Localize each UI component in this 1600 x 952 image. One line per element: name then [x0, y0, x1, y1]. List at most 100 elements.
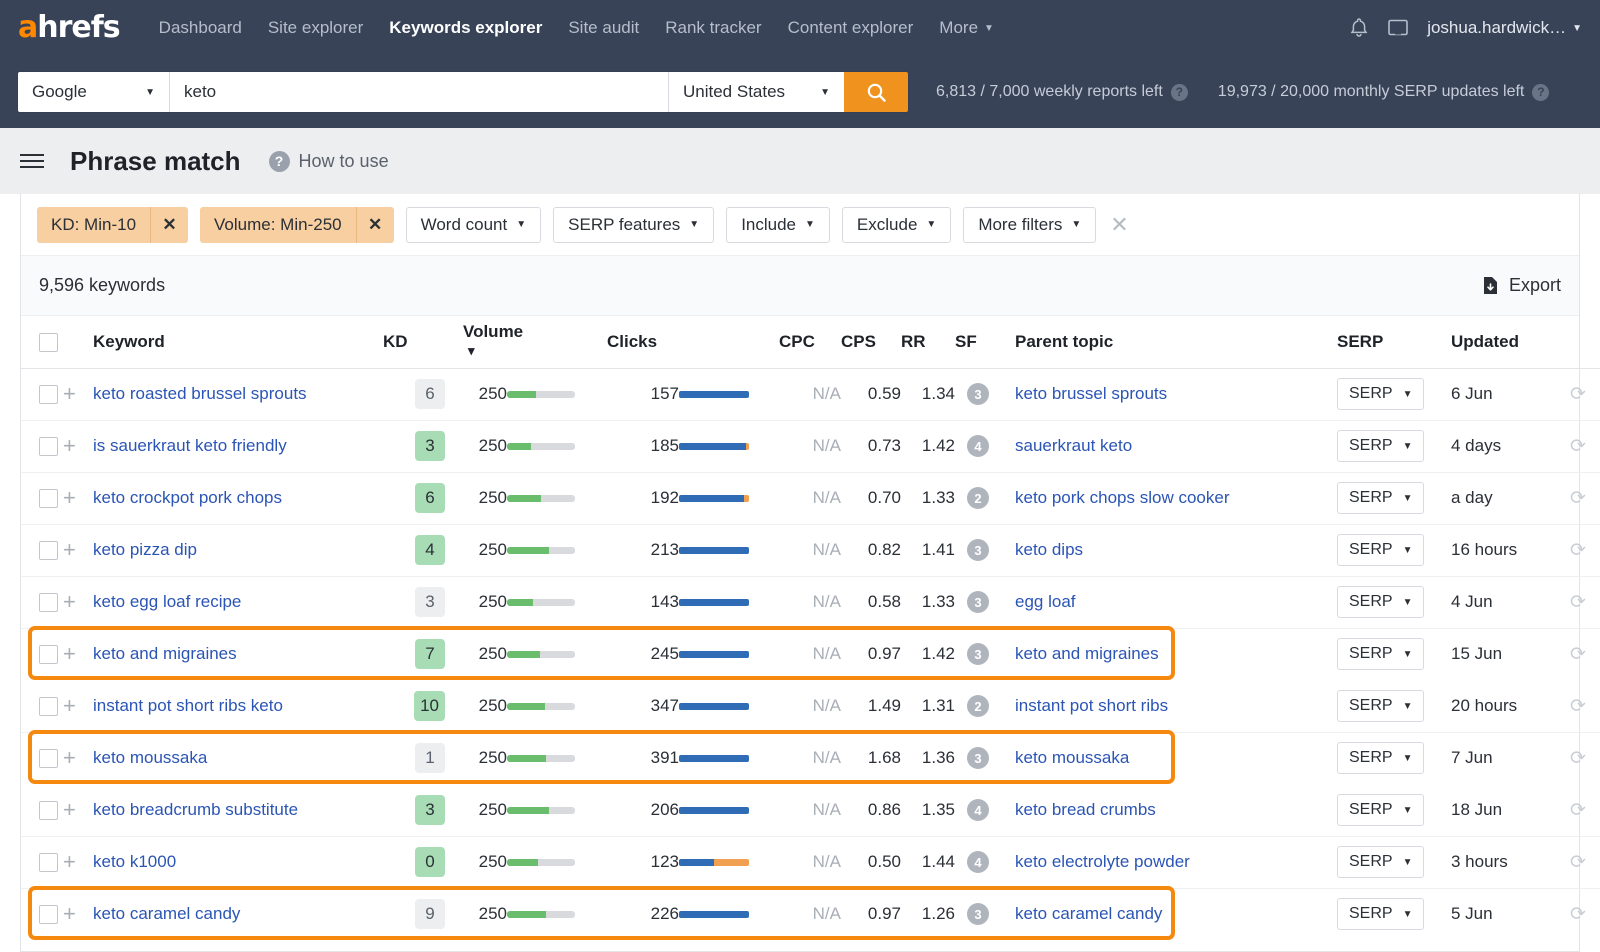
question-mark-icon[interactable]: ?	[1532, 84, 1549, 101]
serp-dropdown-button[interactable]: SERP▼	[1337, 690, 1424, 722]
row-checkbox[interactable]	[39, 489, 58, 508]
nav-item-site-audit[interactable]: Site audit	[555, 0, 652, 56]
plus-icon[interactable]: +	[63, 693, 76, 718]
plus-icon[interactable]: +	[63, 641, 76, 666]
table-row[interactable]: +keto k10000250123N/A0.501.444keto elect…	[21, 836, 1600, 888]
refresh-icon[interactable]: ⟳	[1570, 799, 1586, 822]
serp-dropdown-button[interactable]: SERP▼	[1337, 534, 1424, 566]
serp-dropdown-button[interactable]: SERP▼	[1337, 794, 1424, 826]
plus-icon[interactable]: +	[63, 381, 76, 406]
parent-topic-link[interactable]: keto moussaka	[1015, 748, 1129, 767]
row-checkbox[interactable]	[39, 541, 58, 560]
row-checkbox[interactable]	[39, 593, 58, 612]
col-volume[interactable]: Volume▾	[445, 316, 507, 368]
plus-icon[interactable]: +	[63, 485, 76, 510]
serp-dropdown-button[interactable]: SERP▼	[1337, 846, 1424, 878]
serp-dropdown-button[interactable]: SERP▼	[1337, 378, 1424, 410]
nav-item-site-explorer[interactable]: Site explorer	[255, 0, 376, 56]
filter-chip-volume[interactable]: Volume: Min-250 ✕	[200, 207, 394, 243]
keyword-link[interactable]: keto and migraines	[93, 644, 237, 663]
keyword-link[interactable]: keto egg loaf recipe	[93, 592, 241, 611]
table-row[interactable]: +keto and migraines7250245N/A0.971.423ke…	[21, 628, 1600, 680]
keyword-link[interactable]: keto pizza dip	[93, 540, 197, 559]
serp-dropdown-button[interactable]: SERP▼	[1337, 898, 1424, 930]
filter-include[interactable]: Include▼	[726, 207, 830, 243]
close-icon[interactable]: ✕	[356, 207, 394, 243]
refresh-icon[interactable]: ⟳	[1570, 591, 1586, 614]
search-submit-button[interactable]	[844, 72, 908, 112]
question-mark-icon[interactable]: ?	[1171, 84, 1188, 101]
clear-all-filters-icon[interactable]: ✕	[1110, 212, 1128, 238]
refresh-icon[interactable]: ⟳	[1570, 539, 1586, 562]
plus-icon[interactable]: +	[63, 849, 76, 874]
row-checkbox[interactable]	[39, 801, 58, 820]
parent-topic-link[interactable]: keto brussel sprouts	[1015, 384, 1167, 403]
parent-topic-link[interactable]: keto and migraines	[1015, 644, 1159, 663]
nav-item-content-explorer[interactable]: Content explorer	[775, 0, 927, 56]
parent-topic-link[interactable]: keto electrolyte powder	[1015, 852, 1190, 871]
refresh-icon[interactable]: ⟳	[1570, 695, 1586, 718]
chat-icon[interactable]	[1387, 18, 1409, 38]
keyword-link[interactable]: keto k1000	[93, 852, 176, 871]
plus-icon[interactable]: +	[63, 589, 76, 614]
table-row[interactable]: +keto roasted brussel sprouts6250157N/A0…	[21, 368, 1600, 420]
filter-chip-kd[interactable]: KD: Min-10 ✕	[37, 207, 188, 243]
filter-word-count[interactable]: Word count▼	[406, 207, 542, 243]
user-menu[interactable]: joshua.hardwick…▼	[1427, 18, 1582, 38]
col-kd[interactable]: KD	[383, 316, 445, 368]
nav-item-dashboard[interactable]: Dashboard	[146, 0, 255, 56]
keyword-link[interactable]: is sauerkraut keto friendly	[93, 436, 287, 455]
select-all-checkbox[interactable]	[39, 333, 58, 352]
row-checkbox[interactable]	[39, 385, 58, 404]
serp-dropdown-button[interactable]: SERP▼	[1337, 482, 1424, 514]
table-row[interactable]: +keto egg loaf recipe3250143N/A0.581.333…	[21, 576, 1600, 628]
col-cpc[interactable]: CPC	[779, 316, 841, 368]
keyword-link[interactable]: keto roasted brussel sprouts	[93, 384, 307, 403]
search-input[interactable]	[170, 72, 668, 112]
refresh-icon[interactable]: ⟳	[1570, 435, 1586, 458]
nav-item-rank-tracker[interactable]: Rank tracker	[652, 0, 774, 56]
table-row[interactable]: +keto moussaka1250391N/A1.681.363keto mo…	[21, 732, 1600, 784]
keyword-link[interactable]: keto crockpot pork chops	[93, 488, 282, 507]
plus-icon[interactable]: +	[63, 433, 76, 458]
ahrefs-logo[interactable]: ahrefs	[18, 13, 120, 43]
refresh-icon[interactable]: ⟳	[1570, 747, 1586, 770]
row-checkbox[interactable]	[39, 437, 58, 456]
country-select[interactable]: United States ▼	[668, 72, 844, 112]
keyword-link[interactable]: keto moussaka	[93, 748, 207, 767]
plus-icon[interactable]: +	[63, 797, 76, 822]
serp-dropdown-button[interactable]: SERP▼	[1337, 586, 1424, 618]
row-checkbox[interactable]	[39, 905, 58, 924]
row-checkbox[interactable]	[39, 749, 58, 768]
refresh-icon[interactable]: ⟳	[1570, 851, 1586, 874]
plus-icon[interactable]: +	[63, 537, 76, 562]
col-keyword[interactable]: Keyword	[93, 316, 383, 368]
col-sf[interactable]: SF	[955, 316, 1001, 368]
export-button[interactable]: Export	[1482, 275, 1561, 296]
parent-topic-link[interactable]: sauerkraut keto	[1015, 436, 1132, 455]
col-clicks[interactable]: Clicks	[607, 316, 679, 368]
close-icon[interactable]: ✕	[150, 207, 188, 243]
search-engine-select[interactable]: Google ▼	[18, 72, 170, 112]
table-row[interactable]: +keto breadcrumb substitute3250206N/A0.8…	[21, 784, 1600, 836]
bell-icon[interactable]	[1349, 17, 1369, 39]
table-row[interactable]: +keto caramel candy9250226N/A0.971.263ke…	[21, 888, 1600, 940]
table-row[interactable]: +is sauerkraut keto friendly3250185N/A0.…	[21, 420, 1600, 472]
serp-dropdown-button[interactable]: SERP▼	[1337, 430, 1424, 462]
col-rr[interactable]: RR	[901, 316, 955, 368]
col-updated[interactable]: Updated	[1443, 316, 1553, 368]
refresh-icon[interactable]: ⟳	[1570, 383, 1586, 406]
table-row[interactable]: +instant pot short ribs keto10250347N/A1…	[21, 680, 1600, 732]
parent-topic-link[interactable]: keto caramel candy	[1015, 904, 1162, 923]
nav-item-more[interactable]: More▼	[926, 0, 1007, 57]
filter-serp-features[interactable]: SERP features▼	[553, 207, 714, 243]
plus-icon[interactable]: +	[63, 745, 76, 770]
refresh-icon[interactable]: ⟳	[1570, 903, 1586, 926]
filter-more-filters[interactable]: More filters▼	[963, 207, 1096, 243]
parent-topic-link[interactable]: instant pot short ribs	[1015, 696, 1168, 715]
parent-topic-link[interactable]: keto pork chops slow cooker	[1015, 488, 1230, 507]
filter-exclude[interactable]: Exclude▼	[842, 207, 951, 243]
hamburger-icon[interactable]	[20, 154, 44, 168]
row-checkbox[interactable]	[39, 853, 58, 872]
parent-topic-link[interactable]: keto bread crumbs	[1015, 800, 1156, 819]
